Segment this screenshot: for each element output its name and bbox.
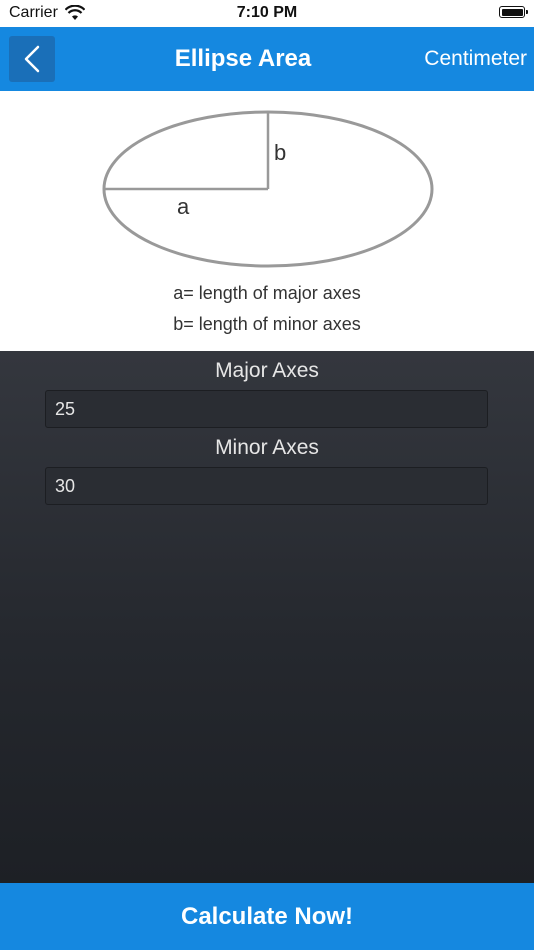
battery-icon: [499, 6, 528, 18]
ellipse-diagram: b a a= length of major axes b= length of…: [0, 91, 534, 351]
major-axes-label: Major Axes: [215, 359, 319, 382]
page-title: Ellipse Area: [174, 45, 312, 72]
legend-minor-axis: b= length of minor axes: [173, 314, 361, 334]
status-time: 7:10 PM: [236, 4, 298, 21]
input-form: Major Axes Minor Axes: [0, 351, 534, 883]
minor-axes-input[interactable]: [45, 467, 488, 505]
navigation-bar: Ellipse Area Centimeter: [0, 27, 534, 91]
major-axes-input[interactable]: [45, 390, 488, 428]
status-bar: Carrier 7:10 PM: [0, 0, 534, 27]
unit-selector[interactable]: Centimeter: [424, 27, 527, 91]
ellipse-figure: [102, 110, 434, 268]
major-axis-label: a: [177, 194, 190, 219]
minor-axes-label: Minor Axes: [215, 436, 319, 459]
calculate-button[interactable]: Calculate Now!: [0, 883, 534, 950]
minor-axis-label: b: [274, 140, 287, 165]
legend-major-axis: a= length of major axes: [173, 283, 361, 303]
